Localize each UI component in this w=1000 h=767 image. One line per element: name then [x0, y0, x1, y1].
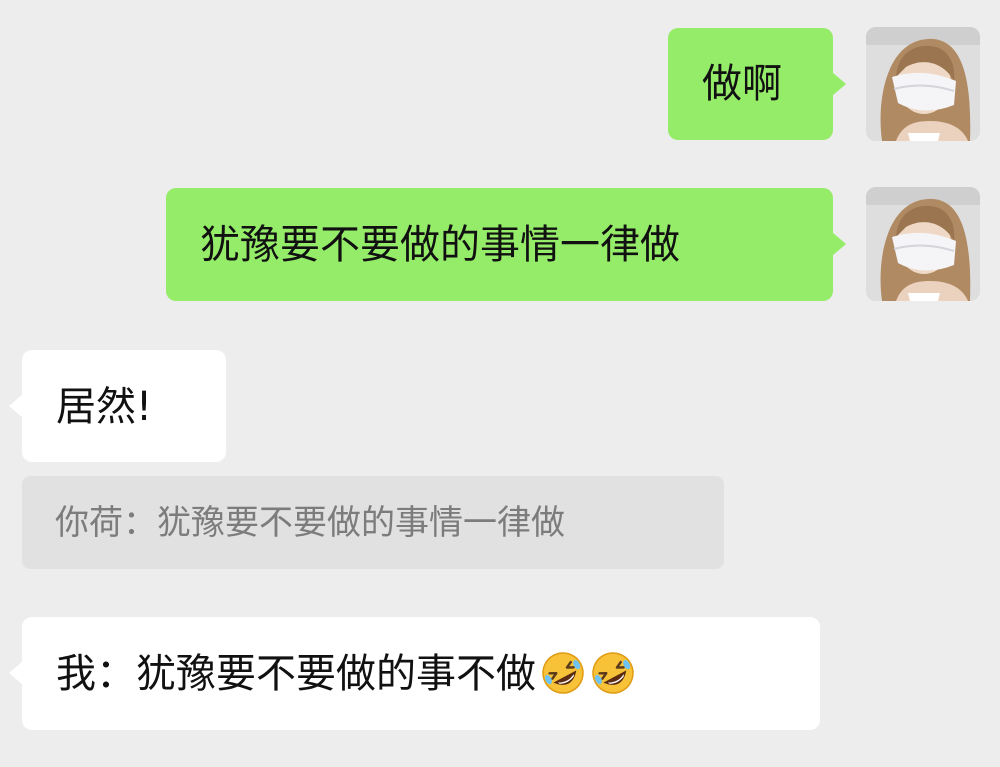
message-bubble-incoming[interactable]: 居然! [9, 350, 226, 462]
message-text: 我：犹豫要不要做的事不做 [56, 651, 536, 697]
user-avatar[interactable] [866, 187, 980, 301]
rolling-on-floor-laughing-icon [590, 650, 636, 696]
avatar-photo-icon [866, 187, 980, 301]
message-bubble-outgoing[interactable]: 做啊 [668, 28, 846, 140]
message-bubble-incoming[interactable]: 我：犹豫要不要做的事不做 [9, 617, 820, 730]
message-text: 犹豫要不要做的事情一律做 [200, 222, 680, 268]
rolling-on-floor-laughing-icon [540, 650, 586, 696]
message-text: 做啊 [702, 61, 782, 107]
user-avatar[interactable] [866, 27, 980, 141]
message-text: 居然! [56, 384, 153, 430]
message-bubble-outgoing[interactable]: 犹豫要不要做的事情一律做 [166, 188, 846, 301]
quoted-message-text: 你荷：犹豫要不要做的事情一律做 [55, 503, 565, 543]
avatar-photo-icon [866, 27, 980, 141]
quoted-message[interactable]: 你荷：犹豫要不要做的事情一律做 [22, 476, 724, 569]
